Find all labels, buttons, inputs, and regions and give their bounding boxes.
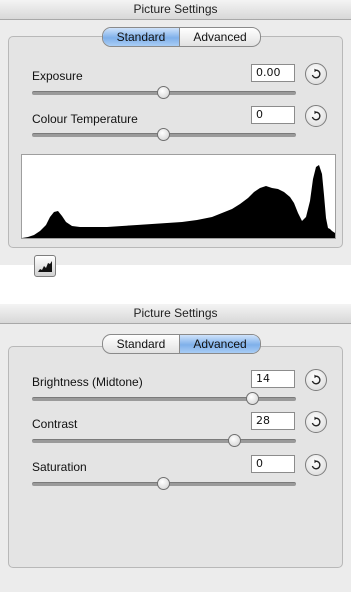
- reset-arrow-icon: [311, 416, 321, 427]
- colour-temperature-label: Colour Temperature: [32, 112, 138, 126]
- tab-advanced[interactable]: Advanced: [180, 28, 260, 46]
- colour-temperature-field[interactable]: 0: [251, 106, 295, 124]
- reset-arrow-icon: [311, 68, 321, 79]
- contrast-field[interactable]: 28: [251, 412, 295, 430]
- picture-settings-advanced-panel: Picture Settings Standard Advanced Brigh…: [0, 304, 351, 592]
- exposure-label: Exposure: [32, 69, 83, 83]
- picture-settings-standard-panel: Picture Settings Standard Advanced Expos…: [0, 0, 351, 277]
- reset-arrow-icon: [311, 374, 321, 385]
- brightness-slider-thumb[interactable]: [246, 392, 259, 405]
- panel-title: Picture Settings: [0, 304, 351, 324]
- colour-temperature-reset-button[interactable]: [305, 105, 327, 127]
- histogram-toggle-button[interactable]: [34, 255, 56, 277]
- saturation-label: Saturation: [32, 460, 87, 474]
- contrast-slider-track[interactable]: [32, 439, 296, 443]
- colour-temperature-slider-thumb[interactable]: [157, 128, 170, 141]
- exposure-slider-thumb[interactable]: [157, 86, 170, 99]
- reset-arrow-icon: [311, 110, 321, 121]
- saturation-slider-thumb[interactable]: [157, 477, 170, 490]
- saturation-reset-button[interactable]: [305, 454, 327, 476]
- contrast-label: Contrast: [32, 417, 78, 431]
- panel-title: Picture Settings: [0, 0, 351, 20]
- tab-advanced[interactable]: Advanced: [180, 335, 260, 353]
- histogram-display: [21, 154, 336, 239]
- tab-segmented-control: Standard Advanced: [102, 334, 261, 354]
- brightness-field[interactable]: 14: [251, 370, 295, 388]
- exposure-reset-button[interactable]: [305, 63, 327, 85]
- histogram-graph: [22, 165, 335, 238]
- contrast-slider-thumb[interactable]: [228, 434, 241, 447]
- tab-standard[interactable]: Standard: [103, 28, 180, 46]
- reset-arrow-icon: [311, 459, 321, 470]
- tab-segmented-control: Standard Advanced: [102, 27, 261, 47]
- brightness-reset-button[interactable]: [305, 369, 327, 391]
- saturation-field[interactable]: 0: [251, 455, 295, 473]
- tab-standard[interactable]: Standard: [103, 335, 180, 353]
- exposure-field[interactable]: 0.00: [251, 64, 295, 82]
- contrast-reset-button[interactable]: [305, 411, 327, 433]
- histogram-icon: [38, 261, 52, 272]
- brightness-label: Brightness (Midtone): [32, 375, 143, 389]
